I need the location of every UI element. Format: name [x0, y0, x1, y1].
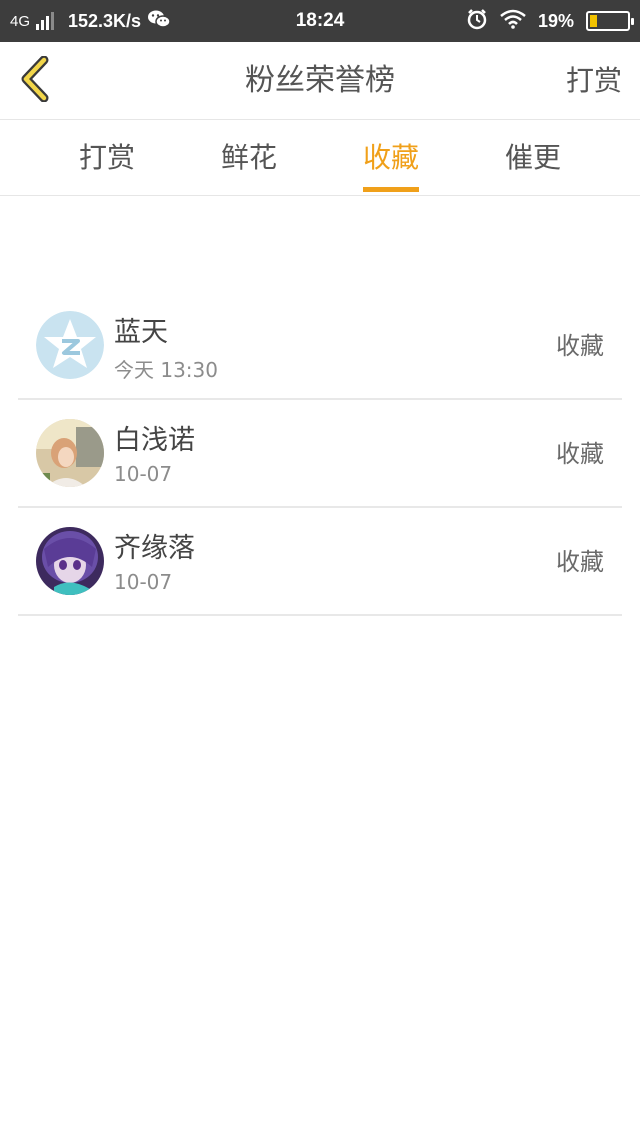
network-type: 4G	[10, 12, 31, 30]
battery-level	[590, 15, 597, 27]
page-title: 粉丝荣誉榜	[245, 63, 395, 98]
photo-avatar-icon	[36, 419, 104, 487]
wechat-icon	[147, 9, 171, 34]
alarm-icon	[466, 8, 488, 35]
avatar	[36, 311, 104, 379]
tab-favorites-label: 收藏	[362, 141, 419, 174]
tab-urge-update[interactable]: 催更	[462, 120, 604, 196]
fan-name: 白浅诺	[114, 425, 195, 456]
fan-action: 收藏	[556, 440, 604, 468]
fan-action: 收藏	[556, 548, 604, 576]
fan-name: 齐缘落	[114, 533, 195, 564]
tab-flowers[interactable]: 鲜花	[178, 120, 320, 196]
fan-time: 10-07	[114, 462, 173, 486]
list-item[interactable]: 齐缘落 10-07 收藏	[18, 508, 622, 616]
fan-name: 蓝天	[114, 317, 168, 348]
qq-zone-avatar-icon	[36, 311, 104, 379]
nav-bar: 粉丝荣誉榜 打赏	[0, 42, 640, 120]
tab-reward[interactable]: 打赏	[36, 120, 178, 196]
reward-button[interactable]: 打赏	[566, 42, 622, 120]
fan-list: 蓝天 今天 13:30 收藏 白浅诺 10-07 收藏 齐缘落 10-07 收藏	[18, 292, 622, 616]
status-bar: 4G 152.3K/s 18:24 19%	[0, 0, 640, 42]
chevron-left-icon	[18, 55, 52, 106]
avatar	[36, 527, 104, 595]
fan-action: 收藏	[556, 332, 604, 360]
avatar	[36, 419, 104, 487]
signal-icon	[36, 12, 55, 30]
status-right: 19%	[466, 0, 634, 42]
battery-icon	[586, 11, 634, 31]
tab-favorites[interactable]: 收藏	[320, 120, 462, 196]
list-item[interactable]: 白浅诺 10-07 收藏	[18, 400, 622, 508]
fan-time: 今天 13:30	[114, 358, 218, 382]
list-item[interactable]: 蓝天 今天 13:30 收藏	[18, 292, 622, 400]
status-left: 4G 152.3K/s	[10, 0, 171, 42]
battery-percent: 19%	[537, 10, 574, 31]
fan-time: 10-07	[114, 570, 173, 594]
tab-active-indicator	[363, 187, 419, 192]
anime-avatar-icon	[36, 527, 104, 595]
back-button[interactable]	[10, 55, 60, 106]
wifi-icon	[500, 9, 526, 34]
tab-bar: 打赏 鲜花 收藏 催更	[0, 120, 640, 196]
network-speed: 152.3K/s	[68, 10, 142, 31]
